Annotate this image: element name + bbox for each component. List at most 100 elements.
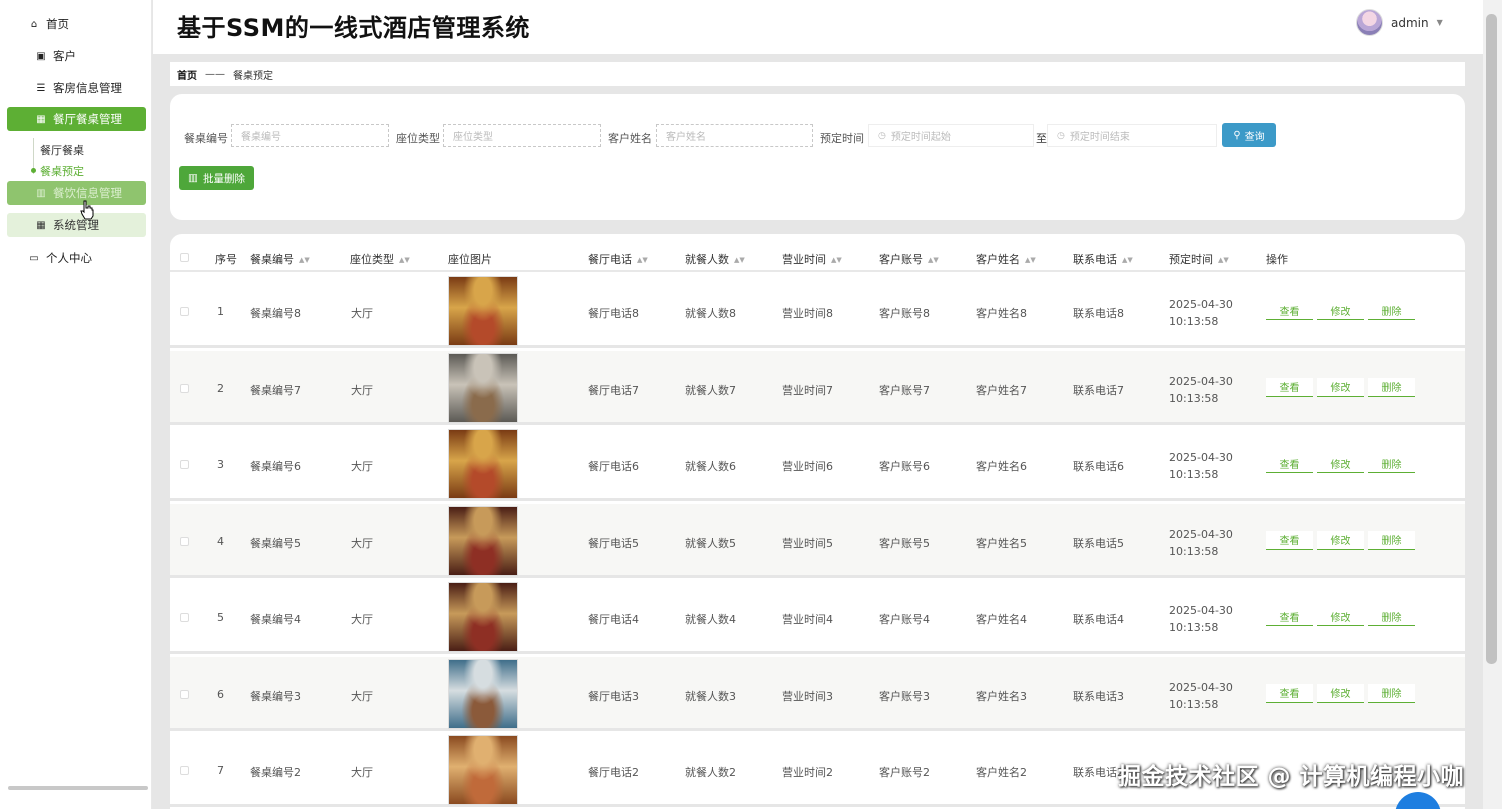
cell-seat-type: 大厅 <box>351 613 373 626</box>
table-row: 1 餐桌编号8 大厅 餐厅电话8 就餐人数8 营业时间8 客户账号8 客户姓名8 联系电话8 20… <box>170 274 1465 348</box>
header-reserve-time[interactable]: 预定时间 ▲▼ <box>1169 251 1229 267</box>
seat-image[interactable] <box>448 352 518 423</box>
delete-button[interactable]: 删除 <box>1368 683 1415 703</box>
cell-name: 客户姓名6 <box>976 460 1027 473</box>
sidebar-item-rooms[interactable]: ☰ 客房信息管理 <box>7 76 146 100</box>
edit-button[interactable]: 修改 <box>1317 454 1364 473</box>
cell-phone: 餐厅电话7 <box>588 383 639 397</box>
breadcrumb-separator: —— <box>205 68 225 80</box>
sidebar-item-dining-info[interactable]: ▥ 餐饮信息管理 <box>7 181 146 205</box>
clock-icon: ◷ <box>878 130 886 141</box>
row-checkbox[interactable] <box>180 766 189 775</box>
batch-delete-label: 批量删除 <box>202 172 245 185</box>
search-icon: ⚲ <box>1233 129 1241 141</box>
header-ops: 操作 <box>1266 253 1288 266</box>
sidebar-item-label: 餐饮信息管理 <box>53 186 122 200</box>
cell-table-no: 餐桌编号6 <box>250 460 301 473</box>
user-menu[interactable]: admin ▼ <box>1356 9 1443 36</box>
edit-button[interactable]: 修改 <box>1317 301 1364 320</box>
sidebar-item-home[interactable]: ⌂ 首页 <box>26 12 165 36</box>
delete-button[interactable]: 删除 <box>1368 454 1415 473</box>
row-checkbox[interactable] <box>180 689 189 699</box>
header-table-no[interactable]: 餐桌编号 ▲▼ <box>250 251 310 267</box>
sidebar-item-restaurant-tables[interactable]: ▦ 餐厅餐桌管理 <box>7 107 146 131</box>
select-all-checkbox[interactable] <box>180 253 189 262</box>
header-phone[interactable]: 餐厅电话 ▲▼ <box>588 251 648 267</box>
sidebar-item-label: 客房信息管理 <box>53 81 122 95</box>
view-button[interactable]: 查看 <box>1266 683 1313 703</box>
cell-index: 1 <box>217 305 224 318</box>
seat-image[interactable] <box>448 505 518 576</box>
view-button[interactable]: 查看 <box>1266 607 1313 626</box>
seat-image[interactable] <box>448 735 518 805</box>
header-contact[interactable]: 联系电话 ▲▼ <box>1073 251 1133 267</box>
cell-account: 客户账号2 <box>879 766 930 779</box>
sidebar-subitem-table-reservation[interactable]: 餐桌预定 <box>40 163 84 179</box>
row-checkbox[interactable] <box>180 536 189 546</box>
delete-button[interactable]: 删除 <box>1368 607 1415 626</box>
cell-account: 客户账号4 <box>879 613 930 626</box>
breadcrumb-home[interactable]: 首页 <box>177 67 197 82</box>
header-account[interactable]: 客户账号 ▲▼ <box>879 251 939 267</box>
edit-button[interactable]: 修改 <box>1317 530 1364 550</box>
row-checkbox[interactable] <box>180 613 189 622</box>
delete-button[interactable]: 删除 <box>1368 377 1415 397</box>
sort-icon: ▲▼ <box>831 256 842 264</box>
seat-type-input[interactable]: 座位类型 <box>443 124 601 147</box>
row-checkbox[interactable] <box>180 383 189 393</box>
customer-name-label: 客户姓名 <box>608 132 652 145</box>
customer-name-input[interactable]: 客户姓名 <box>656 124 813 147</box>
batch-delete-button[interactable]: ▥ 批量删除 <box>179 166 254 190</box>
edit-button[interactable]: 修改 <box>1317 607 1364 626</box>
row-checkbox[interactable] <box>180 307 189 316</box>
cell-account: 客户账号6 <box>879 460 930 473</box>
cell-diners: 就餐人数2 <box>685 766 736 779</box>
sidebar-item-label: 客户 <box>53 49 76 63</box>
search-button[interactable]: ⚲ 查询 <box>1222 123 1276 147</box>
header-diners[interactable]: 就餐人数 ▲▼ <box>685 251 745 267</box>
reserve-time-start-placeholder: 预定时间起始 <box>890 132 951 143</box>
cell-account: 客户账号7 <box>879 383 930 397</box>
view-button[interactable]: 查看 <box>1266 454 1313 473</box>
scrollbar-thumb[interactable] <box>1486 14 1497 664</box>
seat-image[interactable] <box>448 582 518 652</box>
sidebar-item-system[interactable]: ▦ 系统管理 <box>7 213 146 237</box>
table-no-input[interactable]: 餐桌编号 <box>231 124 389 147</box>
sidebar-scrollbar[interactable] <box>8 786 148 790</box>
cell-hours: 营业时间8 <box>782 307 833 320</box>
view-button[interactable]: 查看 <box>1266 377 1313 397</box>
reserve-time-start-input[interactable]: ◷ 预定时间起始 <box>868 124 1034 147</box>
sidebar-item-customer[interactable]: ▣ 客户 <box>7 44 146 68</box>
edit-button[interactable]: 修改 <box>1317 683 1364 703</box>
header-seat-type[interactable]: 座位类型 ▲▼ <box>350 251 410 267</box>
sort-icon: ▲▼ <box>928 256 939 264</box>
view-button[interactable]: 查看 <box>1266 301 1313 320</box>
list-icon: ☰ <box>36 82 46 94</box>
reserve-time-end-placeholder: 预定时间结束 <box>1069 132 1130 143</box>
cell-index: 7 <box>217 764 224 777</box>
sidebar-item-profile[interactable]: ▭ 个人中心 <box>26 246 165 270</box>
cell-table-no: 餐桌编号4 <box>250 613 301 626</box>
header-hours[interactable]: 营业时间 ▲▼ <box>782 251 842 267</box>
header-label: 就餐人数 <box>685 253 729 266</box>
delete-button[interactable]: 删除 <box>1368 301 1415 320</box>
header-index: 序号 <box>215 253 237 266</box>
seat-image[interactable] <box>448 658 518 729</box>
search-panel: 餐桌编号 餐桌编号 座位类型 座位类型 客户姓名 客户姓名 预定时间 ◷ 预定时… <box>170 94 1465 220</box>
header-label: 客户姓名 <box>976 253 1020 266</box>
edit-button[interactable]: 修改 <box>1317 377 1364 397</box>
row-checkbox[interactable] <box>180 460 189 469</box>
cell-account: 客户账号3 <box>879 689 930 703</box>
page-scrollbar[interactable] <box>1483 0 1502 809</box>
reservation-table: 序号 餐桌编号 ▲▼ 座位类型 ▲▼ 座位图片 餐厅电话 ▲▼ 就餐人数 ▲▼ 营业时间… <box>170 234 1465 809</box>
sidebar-subitem-restaurant-tables[interactable]: 餐厅餐桌 <box>40 142 84 158</box>
seat-image[interactable] <box>448 429 518 499</box>
header-name[interactable]: 客户姓名 ▲▼ <box>976 251 1036 267</box>
view-button[interactable]: 查看 <box>1266 530 1313 550</box>
seat-image[interactable] <box>448 276 518 346</box>
header-seat-image: 座位图片 <box>448 253 492 266</box>
delete-button[interactable]: 删除 <box>1368 530 1415 550</box>
reserve-time-end-input[interactable]: ◷ 预定时间结束 <box>1047 124 1217 147</box>
cell-index: 5 <box>217 611 224 624</box>
table-header: 序号 餐桌编号 ▲▼ 座位类型 ▲▼ 座位图片 餐厅电话 ▲▼ 就餐人数 ▲▼ 营业时间… <box>170 234 1465 272</box>
